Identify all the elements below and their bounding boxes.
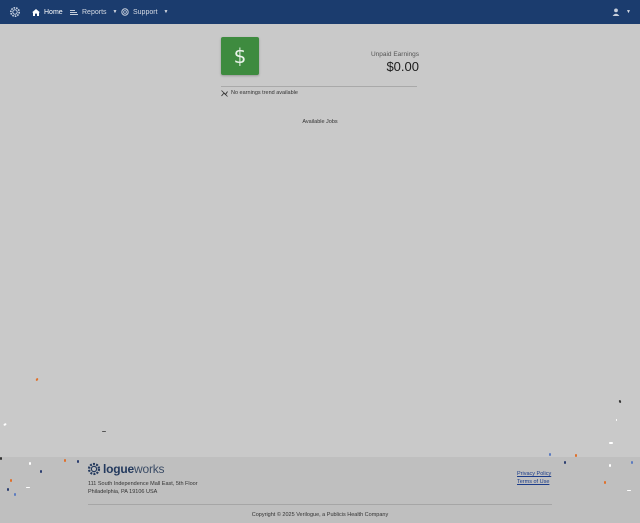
nav-home-label: Home [44, 8, 63, 16]
gear-logo-icon[interactable] [9, 6, 21, 18]
earnings-trend-text: No earnings trend available [231, 90, 298, 96]
confetti-piece [0, 457, 2, 460]
top-navbar: Home Reports ▼ Support ▼ ▼ [0, 0, 640, 24]
privacy-policy-link[interactable]: Privacy Policy [517, 471, 551, 477]
copyright-text: Copyright © 2025 Verilogue, a Publicis H… [251, 512, 389, 518]
footer-divider [88, 504, 552, 505]
footer-logo-text: logueworks [103, 462, 165, 476]
user-icon [612, 8, 620, 16]
nav-support-dropdown[interactable]: Support ▼ [121, 0, 168, 24]
confetti-piece [64, 459, 66, 462]
earnings-divider [221, 86, 417, 87]
earnings-tile: $ [221, 37, 259, 75]
footer-logo: logueworks [87, 461, 165, 477]
confetti-piece [77, 460, 79, 463]
nav-reports-dropdown[interactable]: Reports ▼ [70, 0, 117, 24]
earnings-trend-row: No earnings trend available [221, 89, 298, 97]
nav-support-label: Support [133, 8, 158, 16]
confetti-piece [631, 461, 633, 464]
confetti-piece [627, 490, 631, 491]
unpaid-earnings-label: Unpaid Earnings [370, 51, 419, 58]
confetti-piece [564, 461, 566, 464]
nav-home[interactable]: Home [32, 0, 63, 24]
chevron-down-icon: ▼ [163, 9, 169, 15]
support-icon [121, 8, 129, 16]
unpaid-earnings-value: $0.00 [386, 59, 419, 74]
footer: logueworks 111 South Independence Mall E… [0, 454, 640, 523]
main-content [0, 24, 640, 457]
chevron-down-icon: ▼ [626, 9, 631, 15]
confetti-piece [609, 442, 613, 444]
reports-icon [70, 9, 78, 15]
gear-logo-icon [87, 462, 101, 476]
confetti-piece [609, 464, 611, 467]
confetti-piece [29, 462, 31, 465]
confetti-piece [616, 419, 617, 421]
available-jobs-title: Available Jobs [302, 119, 338, 125]
confetti-piece [10, 479, 12, 482]
confetti-piece [604, 481, 606, 484]
home-icon [32, 8, 40, 16]
confetti-piece [40, 470, 42, 473]
confetti-piece [14, 493, 16, 496]
confetti-piece [549, 453, 551, 456]
confetti-piece [102, 431, 106, 432]
user-menu-dropdown[interactable]: ▼ [612, 0, 631, 24]
confetti-piece [26, 487, 30, 488]
confetti-piece [7, 488, 9, 491]
nav-reports-label: Reports [82, 8, 107, 16]
address-line-2: Philadelphia, PA 19106 USA [88, 489, 158, 495]
confetti-piece [575, 454, 577, 457]
no-trend-icon [221, 89, 228, 97]
address-line-1: 111 South Independence Mall East, 5th Fl… [88, 481, 198, 487]
chevron-down-icon: ▼ [112, 9, 118, 15]
dollar-icon: $ [233, 44, 247, 68]
terms-of-use-link[interactable]: Terms of Use [517, 479, 549, 485]
